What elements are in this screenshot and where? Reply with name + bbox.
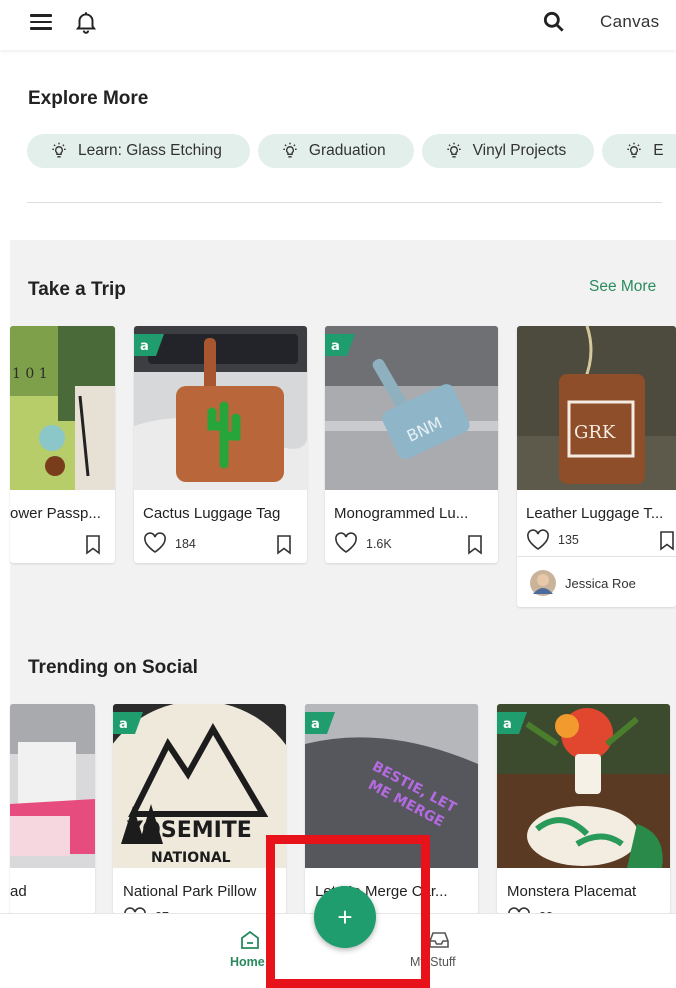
- access-badge-icon: a: [134, 334, 164, 356]
- bookmark-icon[interactable]: [467, 535, 483, 555]
- heart-icon[interactable]: [526, 529, 550, 551]
- search-icon[interactable]: [541, 9, 567, 35]
- heart-icon[interactable]: [143, 532, 167, 554]
- lightbulb-icon: [446, 142, 461, 158]
- svg-text:NATIONAL: NATIONAL: [151, 850, 231, 866]
- project-image: 1 0 1: [10, 326, 115, 490]
- access-badge-icon: a: [305, 712, 335, 734]
- bookmark-icon[interactable]: [276, 535, 292, 555]
- svg-text:a: a: [311, 717, 320, 732]
- inbox-icon[interactable]: [428, 930, 450, 950]
- project-name: Monstera Placemat: [507, 883, 637, 900]
- svg-text:a: a: [140, 339, 149, 354]
- project-name: ad: [10, 883, 27, 900]
- author-name[interactable]: Jessica Roe: [565, 576, 636, 591]
- access-badge-icon: a: [497, 712, 527, 734]
- lightbulb-icon: [52, 142, 66, 158]
- explore-chip-row: Learn: Glass Etching Graduation Vinyl Pr…: [27, 134, 676, 170]
- project-card[interactable]: ad: [10, 704, 95, 914]
- project-name: Monogrammed Lu...: [334, 505, 469, 522]
- project-card[interactable]: 1 0 1 ower Passp...: [10, 326, 115, 563]
- heart-icon[interactable]: [334, 532, 358, 554]
- chip-label: Vinyl Projects: [472, 142, 567, 159]
- nav-home-label[interactable]: Home: [230, 955, 265, 969]
- trending-title: Trending on Social: [28, 657, 198, 678]
- card-divider: [517, 556, 676, 557]
- svg-text:1 0 1: 1 0 1: [12, 366, 48, 382]
- see-more-link[interactable]: See More: [589, 278, 656, 296]
- project-card[interactable]: BNM a Monogrammed Lu... 1.6K: [325, 326, 498, 563]
- project-card[interactable]: YOSEMITE NATIONAL a National Park Pillow…: [113, 704, 286, 914]
- chip-vinyl-projects[interactable]: Vinyl Projects: [421, 134, 595, 168]
- project-image: [10, 704, 95, 868]
- chip-graduation[interactable]: Graduation: [257, 134, 414, 168]
- like-count: 135: [558, 533, 579, 547]
- explore-more-title: Explore More: [28, 88, 149, 109]
- chip-label: Graduation: [308, 142, 386, 159]
- project-image: GRK: [517, 326, 676, 490]
- svg-text:YOSEMITE: YOSEMITE: [126, 818, 252, 843]
- svg-text:a: a: [119, 717, 128, 732]
- like-count: 184: [175, 537, 196, 551]
- hamburger-icon[interactable]: [30, 14, 52, 30]
- access-badge-icon: a: [113, 712, 143, 734]
- project-name: Cactus Luggage Tag: [143, 505, 281, 522]
- project-name: ower Passp...: [10, 505, 101, 522]
- top-app-bar: Canvas: [0, 0, 676, 50]
- lightbulb-icon: [283, 142, 297, 158]
- bookmark-icon[interactable]: [659, 531, 675, 551]
- project-name: National Park Pillow: [123, 883, 257, 900]
- chip-glass-etching[interactable]: Learn: Glass Etching: [27, 134, 250, 168]
- canvas-button[interactable]: Canvas: [600, 12, 659, 32]
- access-badge-icon: a: [325, 334, 355, 356]
- chip-label: Learn: Glass Etching: [78, 142, 222, 159]
- svg-text:GRK: GRK: [574, 422, 616, 443]
- svg-text:a: a: [331, 339, 340, 354]
- project-card[interactable]: a Monstera Placemat 23: [497, 704, 670, 914]
- section-divider: [27, 202, 662, 203]
- highlight-box: [266, 835, 430, 988]
- project-name: Leather Luggage T...: [526, 505, 664, 522]
- home-icon[interactable]: [240, 930, 260, 950]
- bookmark-icon[interactable]: [85, 535, 101, 555]
- bell-icon[interactable]: [73, 9, 99, 35]
- project-card[interactable]: GRK Leather Luggage T... 135 Jessica Roe: [517, 326, 676, 607]
- avatar[interactable]: [530, 570, 556, 596]
- svg-text:a: a: [503, 717, 512, 732]
- like-count: 1.6K: [366, 537, 392, 551]
- take-a-trip-title: Take a Trip: [28, 279, 126, 300]
- project-card[interactable]: a Cactus Luggage Tag 184: [134, 326, 307, 563]
- chip-label: E: [653, 142, 664, 159]
- chip-partial[interactable]: E: [602, 134, 676, 168]
- lightbulb-icon: [627, 142, 641, 158]
